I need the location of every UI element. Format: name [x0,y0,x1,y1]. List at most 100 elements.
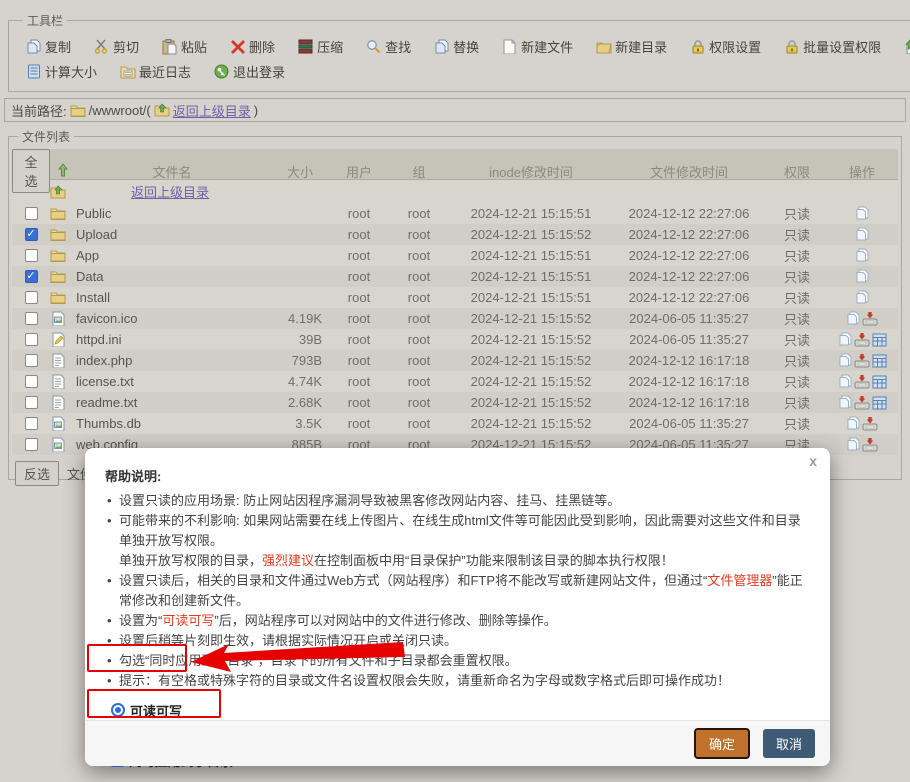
file-name[interactable]: readme.txt [76,395,268,410]
ini-file-icon [50,333,66,347]
download-icon[interactable] [854,374,870,389]
table-row: httpd.ini 39B root root 2024-12-21 15:15… [12,329,898,350]
annotation-box-read-write [87,644,187,672]
file-name[interactable]: httpd.ini [76,332,268,347]
sort-up-icon[interactable] [55,163,71,177]
row-checkbox[interactable] [25,270,38,283]
file-user: root [332,353,386,368]
inode-time: 2024-12-21 15:15:52 [452,332,610,347]
inode-time: 2024-12-21 15:15:52 [452,353,610,368]
row-checkbox[interactable] [25,354,38,367]
copy-icon[interactable] [838,374,852,389]
row-checkbox[interactable] [25,375,38,388]
copy-icon[interactable] [846,311,860,326]
image-file-icon [50,417,66,431]
col-size[interactable]: 大小 [268,162,332,181]
download-icon[interactable] [854,395,870,410]
toolbar-button-calc-size[interactable]: 计算大小 [25,62,97,81]
toolbar-button-compress[interactable]: 压缩 [297,37,343,56]
file-name[interactable]: App [76,248,268,263]
table-row: App root root 2024-12-21 15:15:51 2024-1… [12,245,898,266]
toolbar-button-search[interactable]: 查找 [365,37,411,56]
invert-select-button[interactable]: 反选 [15,461,59,486]
row-checkbox[interactable] [25,312,38,325]
permission-value: 只读 [768,246,826,265]
parent-directory-row: 返回上级目录 [12,180,898,203]
row-checkbox[interactable] [25,249,38,262]
download-icon[interactable] [862,311,878,326]
file-name[interactable]: Upload [76,227,268,242]
toolbar-button-batch-permission[interactable]: 批量设置权限 [783,37,881,56]
edit-icon[interactable] [872,396,887,410]
col-mtime[interactable]: 文件修改时间 [610,162,768,181]
toolbar-button-upload[interactable]: 上传文件 [903,37,910,56]
copy-icon[interactable] [846,437,860,452]
file-group: root [386,353,452,368]
cancel-button[interactable]: 取消 [763,729,815,758]
copy-icon[interactable] [838,332,852,347]
copy-icon[interactable] [855,206,869,221]
toolbar-button-new-folder[interactable]: 新建目录 [595,37,667,56]
toolbar-button-recent-log[interactable]: 最近日志 [119,62,191,81]
toolbar-button-logout[interactable]: 退出登录 [213,62,285,81]
file-name[interactable]: Public [76,206,268,221]
parent-directory-link[interactable]: 返回上级目录 [131,185,209,200]
copy-icon[interactable] [838,395,852,410]
copy-icon[interactable] [855,248,869,263]
toolbar-button-copy[interactable]: 复制 [25,37,71,56]
toolbar-button-label: 最近日志 [139,62,191,81]
ok-button[interactable]: 确定 [694,728,750,759]
dialog-footer: 确定 取消 [85,720,830,766]
copy-icon[interactable] [838,353,852,368]
row-checkbox[interactable] [25,438,38,451]
file-name[interactable]: favicon.ico [76,311,268,326]
help-line: 设置为“可读可写”后，网站程序可以对网站中的文件进行修改、删除等操作。 [105,611,810,631]
toolbar-button-permission[interactable]: 权限设置 [689,37,761,56]
table-row: readme.txt 2.68K root root 2024-12-21 15… [12,392,898,413]
row-checkbox[interactable] [25,333,38,346]
toolbar-button-cut[interactable]: 剪切 [93,37,139,56]
file-user: root [332,374,386,389]
toolbar-button-replace[interactable]: 替换 [433,37,479,56]
close-icon[interactable]: x [809,453,817,469]
file-name[interactable]: Install [76,290,268,305]
toolbar-button-delete[interactable]: 删除 [229,37,275,56]
file-name[interactable]: index.php [76,353,268,368]
edit-icon[interactable] [872,375,887,389]
modify-time: 2024-12-12 22:27:06 [610,290,768,305]
download-icon[interactable] [854,332,870,347]
row-checkbox[interactable] [25,228,38,241]
file-name[interactable]: license.txt [76,374,268,389]
file-user: root [332,290,386,305]
download-icon[interactable] [862,437,878,452]
row-checkbox[interactable] [25,207,38,220]
toolbar-button-paste[interactable]: 粘贴 [161,37,207,56]
modify-time: 2024-12-12 16:17:18 [610,395,768,410]
toolbar-button-new-file[interactable]: 新建文件 [501,37,573,56]
copy-icon[interactable] [855,290,869,305]
col-user[interactable]: 用户 [332,162,386,181]
download-icon[interactable] [862,416,878,431]
copy-icon[interactable] [846,416,860,431]
col-perm[interactable]: 权限 [768,162,826,181]
recent-log-icon [119,64,136,80]
file-name[interactable]: Data [76,269,268,284]
edit-icon[interactable] [872,354,887,368]
col-filename[interactable]: 文件名 [76,162,268,181]
inode-time: 2024-12-21 15:15:52 [452,395,610,410]
file-name[interactable]: Thumbs.db [76,416,268,431]
copy-icon[interactable] [855,269,869,284]
edit-icon[interactable] [872,333,887,347]
row-checkbox[interactable] [25,417,38,430]
copy-icon[interactable] [855,227,869,242]
row-checkbox[interactable] [25,291,38,304]
download-icon[interactable] [854,353,870,368]
col-inode-time[interactable]: inode修改时间 [452,162,610,181]
file-group: root [386,269,452,284]
select-all-button[interactable]: 全选 [12,149,50,193]
col-group[interactable]: 组 [386,162,452,181]
row-operations [826,227,898,242]
row-checkbox[interactable] [25,396,38,409]
go-parent-directory-link[interactable]: 返回上级目录 [173,101,251,120]
toolbar-button-label: 删除 [249,37,275,56]
